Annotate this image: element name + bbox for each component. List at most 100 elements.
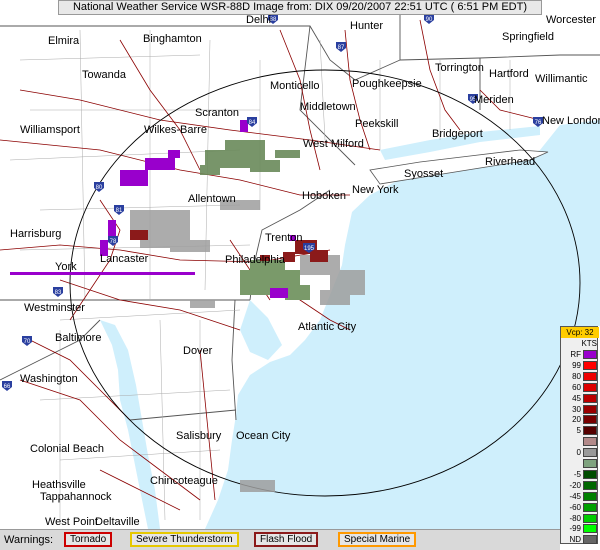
city-label: Philadelphia	[225, 254, 285, 266]
legend-swatch	[583, 404, 597, 414]
legend-row: -45	[561, 491, 599, 502]
legend-swatch	[583, 502, 597, 512]
units-label: KTS	[581, 339, 597, 348]
legend-swatch	[583, 437, 597, 447]
city-label: Williamsport	[20, 124, 80, 136]
city-label: West Point	[45, 516, 98, 528]
city-label: Riverhead	[485, 156, 536, 168]
legend-value: 5	[576, 426, 581, 436]
legend-value: 20	[572, 415, 581, 425]
city-label: Monticello	[270, 80, 320, 92]
city-label: Allentown	[188, 193, 236, 205]
legend-swatch	[583, 426, 597, 436]
i80: 80	[96, 185, 103, 191]
city-label: Dover	[183, 345, 213, 357]
delaware-bay	[240, 300, 282, 360]
city-label: Worcester	[546, 14, 596, 26]
velocity-legend: Vcp: 32 KTS RF 99 80 60 45 30 20 5 0 -5 -20 -45 -60-…	[560, 326, 599, 545]
city-label: York	[55, 261, 77, 273]
city-label: Lancaster	[100, 253, 149, 265]
city-label: New London	[542, 115, 600, 127]
legend-row: 45	[561, 393, 599, 404]
i84: 84	[249, 120, 256, 126]
legend-value: -60	[569, 502, 581, 512]
legend-row: -80	[561, 513, 599, 524]
i87: 87	[338, 45, 345, 51]
city-label: Wilkes-Barre	[144, 124, 207, 136]
city-label: Meriden	[474, 94, 514, 106]
city-label: Washington	[20, 373, 78, 385]
i78: 78	[110, 239, 117, 245]
legend-value: -80	[569, 513, 581, 523]
legend-swatch	[583, 393, 597, 403]
legend-row: -5	[561, 469, 599, 480]
severe-thunderstorm-warning-button[interactable]: Severe Thunderstorm	[130, 532, 239, 547]
city-label: West Milford	[303, 138, 364, 150]
city-label: Willimantic	[535, 73, 588, 85]
city-label: Heathsville	[32, 479, 86, 491]
image-title: National Weather Service WSR-88D Image f…	[58, 0, 542, 15]
echo-green-north	[200, 140, 300, 175]
legend-row: 20	[561, 414, 599, 425]
legend-row: 5	[561, 425, 599, 436]
city-label: Elmira	[48, 35, 80, 47]
legend-swatch	[583, 360, 597, 370]
legend-row: 99	[561, 360, 599, 371]
legend-value: 30	[572, 404, 581, 414]
legend-value: ND	[569, 535, 581, 545]
city-label: Middletown	[300, 101, 356, 113]
legend-row	[561, 436, 599, 447]
city-label: Hartford	[489, 68, 529, 80]
legend-swatch	[583, 371, 597, 381]
legend-value: -45	[569, 491, 581, 501]
i195: 195	[304, 246, 315, 252]
legend-row: RF	[561, 349, 599, 360]
flash-flood-warning-button[interactable]: Flash Flood	[254, 532, 319, 547]
i66: 66	[4, 384, 11, 390]
legend-row: ND	[561, 534, 599, 545]
legend-row: 80	[561, 371, 599, 382]
legend-swatch	[583, 382, 597, 392]
city-label: Springfield	[502, 31, 554, 43]
city-label: Westminster	[24, 302, 85, 314]
city-label: Deltaville	[95, 516, 140, 528]
tornado-warning-button[interactable]: Tornado	[64, 532, 113, 547]
legend-value: 60	[572, 382, 581, 392]
city-label: Poughkeepsie	[352, 78, 422, 90]
legend-swatch	[583, 535, 597, 545]
legend-swatch	[583, 350, 597, 359]
legend-swatch	[583, 524, 597, 534]
city-label: New York	[352, 184, 399, 196]
legend-swatch	[583, 513, 597, 523]
city-label: Tappahannock	[40, 491, 112, 503]
legend-value: 45	[572, 393, 581, 403]
legend-value: 0	[576, 448, 581, 458]
special-marine-warning-button[interactable]: Special Marine	[338, 532, 417, 547]
legend-row: -20	[561, 480, 599, 491]
legend-value: -99	[569, 524, 581, 534]
city-label: Colonial Beach	[30, 443, 104, 455]
city-label: Harrisburg	[10, 228, 62, 240]
city-label: Scranton	[195, 107, 240, 119]
vcp-label: Vcp: 32	[561, 327, 599, 338]
city-label: Trenton	[265, 232, 303, 244]
legend-value: -5	[573, 469, 581, 479]
city-label: Hoboken	[302, 190, 347, 202]
city-label: Binghamton	[143, 33, 202, 45]
city-label: Ocean City	[236, 430, 291, 442]
radar-viewer: 88 90 87 84 80 81 78 195 83 70 95 66 76 …	[0, 0, 600, 550]
legend-row: 30	[561, 404, 599, 415]
i76: 76	[535, 120, 542, 126]
city-label: Delhi	[246, 14, 272, 26]
city-label: Salisbury	[176, 430, 222, 442]
legend-value: -20	[569, 480, 581, 490]
i90: 90	[426, 17, 433, 23]
legend-swatch	[583, 480, 597, 490]
legend-row: -99	[561, 523, 599, 534]
legend-value: RF	[570, 350, 581, 359]
city-label: Atlantic City	[298, 321, 357, 333]
i83: 83	[55, 290, 62, 296]
legend-swatch	[583, 415, 597, 425]
city-label: Bridgeport	[432, 128, 483, 140]
i81: 81	[116, 208, 123, 214]
